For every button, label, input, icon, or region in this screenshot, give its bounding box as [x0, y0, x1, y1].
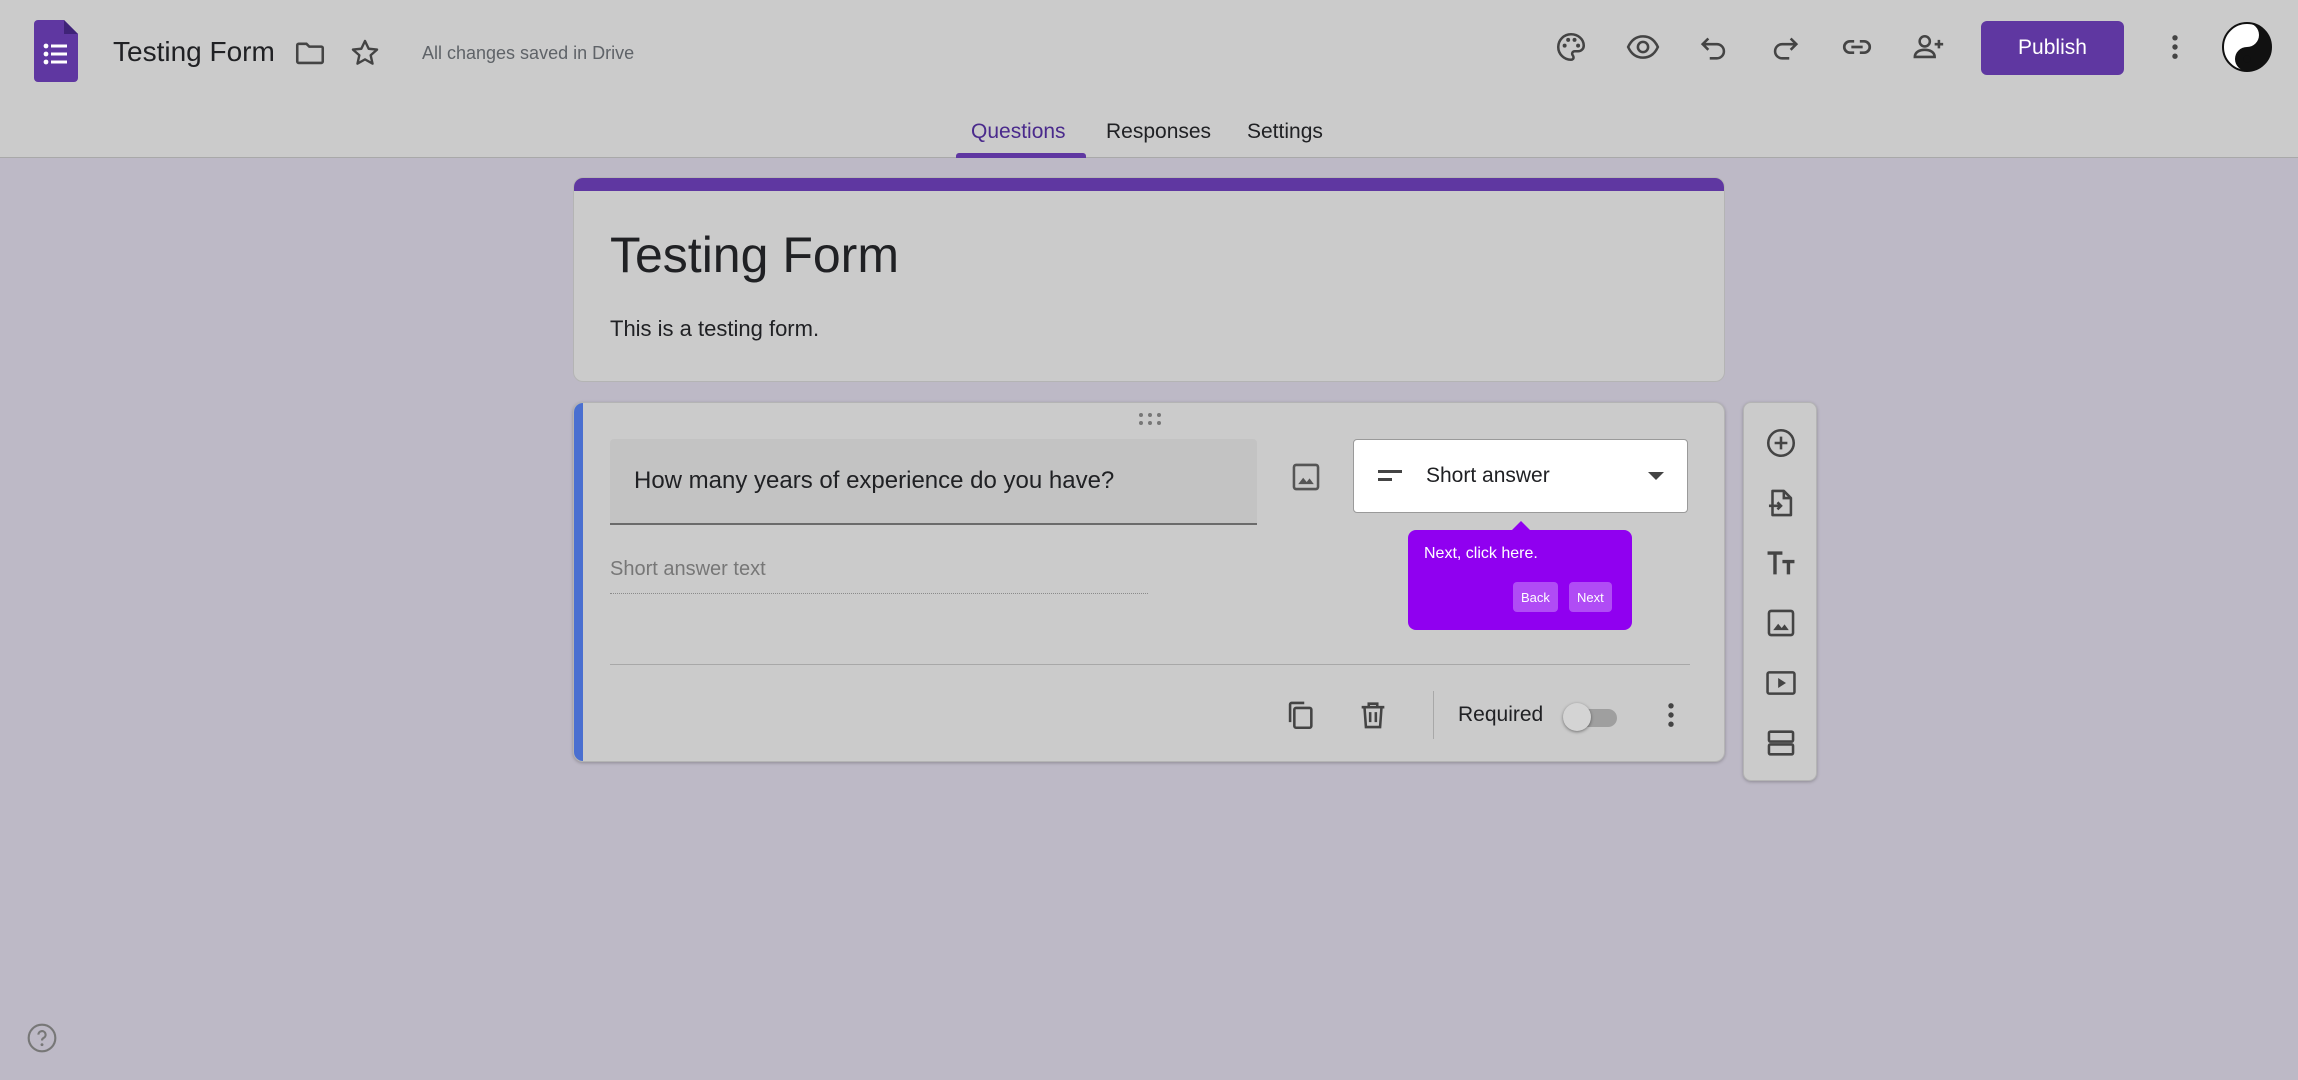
save-status: All changes saved in Drive — [422, 43, 635, 63]
tooltip-message: Next, click here. — [1424, 545, 1538, 562]
folder-icon[interactable] — [286, 29, 334, 77]
link-icon[interactable] — [1833, 23, 1881, 71]
redo-icon[interactable] — [1761, 23, 1809, 71]
question-title-text: How many years of experience do you have… — [634, 467, 1115, 494]
duplicate-icon[interactable] — [1278, 693, 1322, 737]
palette-icon[interactable] — [1547, 23, 1595, 71]
tab-questions[interactable]: Questions — [971, 120, 1066, 144]
active-question-indicator — [574, 403, 583, 761]
add-section-icon[interactable] — [1759, 721, 1803, 765]
delete-icon[interactable] — [1351, 693, 1395, 737]
drag-handle-icon[interactable] — [1136, 411, 1164, 427]
form-description[interactable]: This is a testing form. — [610, 316, 819, 342]
card-footer-divider — [610, 664, 1690, 665]
help-icon[interactable] — [24, 1020, 60, 1056]
document-title[interactable]: Testing Form — [113, 36, 275, 68]
add-question-icon[interactable] — [1759, 421, 1803, 465]
question-type-dropdown[interactable]: Short answer — [1353, 439, 1688, 513]
tooltip-next-button[interactable]: Next — [1569, 582, 1612, 612]
chevron-down-icon — [1648, 472, 1664, 480]
short-answer-icon — [1376, 466, 1406, 486]
footer-separator — [1433, 691, 1434, 739]
form-title[interactable]: Testing Form — [610, 226, 899, 284]
tab-responses[interactable]: Responses — [1106, 120, 1211, 144]
tab-bar: Questions Responses Settings — [0, 110, 2298, 158]
question-more-options-icon[interactable] — [1649, 693, 1693, 737]
tab-settings[interactable]: Settings — [1247, 120, 1323, 144]
star-icon[interactable] — [341, 29, 389, 77]
add-image-icon[interactable] — [1759, 601, 1803, 645]
required-label: Required — [1458, 703, 1544, 726]
more-vert-icon[interactable] — [2151, 23, 2199, 71]
import-questions-icon[interactable] — [1759, 481, 1803, 525]
add-title-description-icon[interactable] — [1759, 541, 1803, 585]
answer-underline — [610, 593, 1148, 594]
preview-eye-icon[interactable] — [1619, 23, 1667, 71]
onboarding-tooltip: Next, click here. Back Next — [1408, 521, 1632, 630]
avatar[interactable] — [2222, 22, 2272, 72]
card-accent-bar — [574, 178, 1724, 191]
required-toggle[interactable] — [1563, 703, 1617, 731]
floating-toolbar — [1743, 402, 1817, 781]
top-app-bar: Testing Form All changes saved in Drive … — [0, 0, 2298, 158]
publish-button[interactable]: Publish — [1981, 21, 2124, 75]
add-image-icon[interactable] — [1284, 455, 1328, 499]
short-answer-placeholder: Short answer text — [610, 558, 766, 580]
form-title-card[interactable]: Testing Form This is a testing form. — [573, 177, 1725, 382]
tooltip-back-button[interactable]: Back — [1513, 582, 1558, 612]
toggle-knob — [1563, 703, 1591, 731]
question-type-label: Short answer — [1426, 464, 1550, 487]
add-collaborator-icon[interactable] — [1905, 23, 1953, 71]
google-forms-logo-icon[interactable] — [34, 20, 78, 82]
undo-icon[interactable] — [1690, 23, 1738, 71]
active-tab-indicator — [956, 153, 1086, 158]
question-title-input[interactable]: How many years of experience do you have… — [610, 439, 1257, 525]
add-video-icon[interactable] — [1759, 661, 1803, 705]
